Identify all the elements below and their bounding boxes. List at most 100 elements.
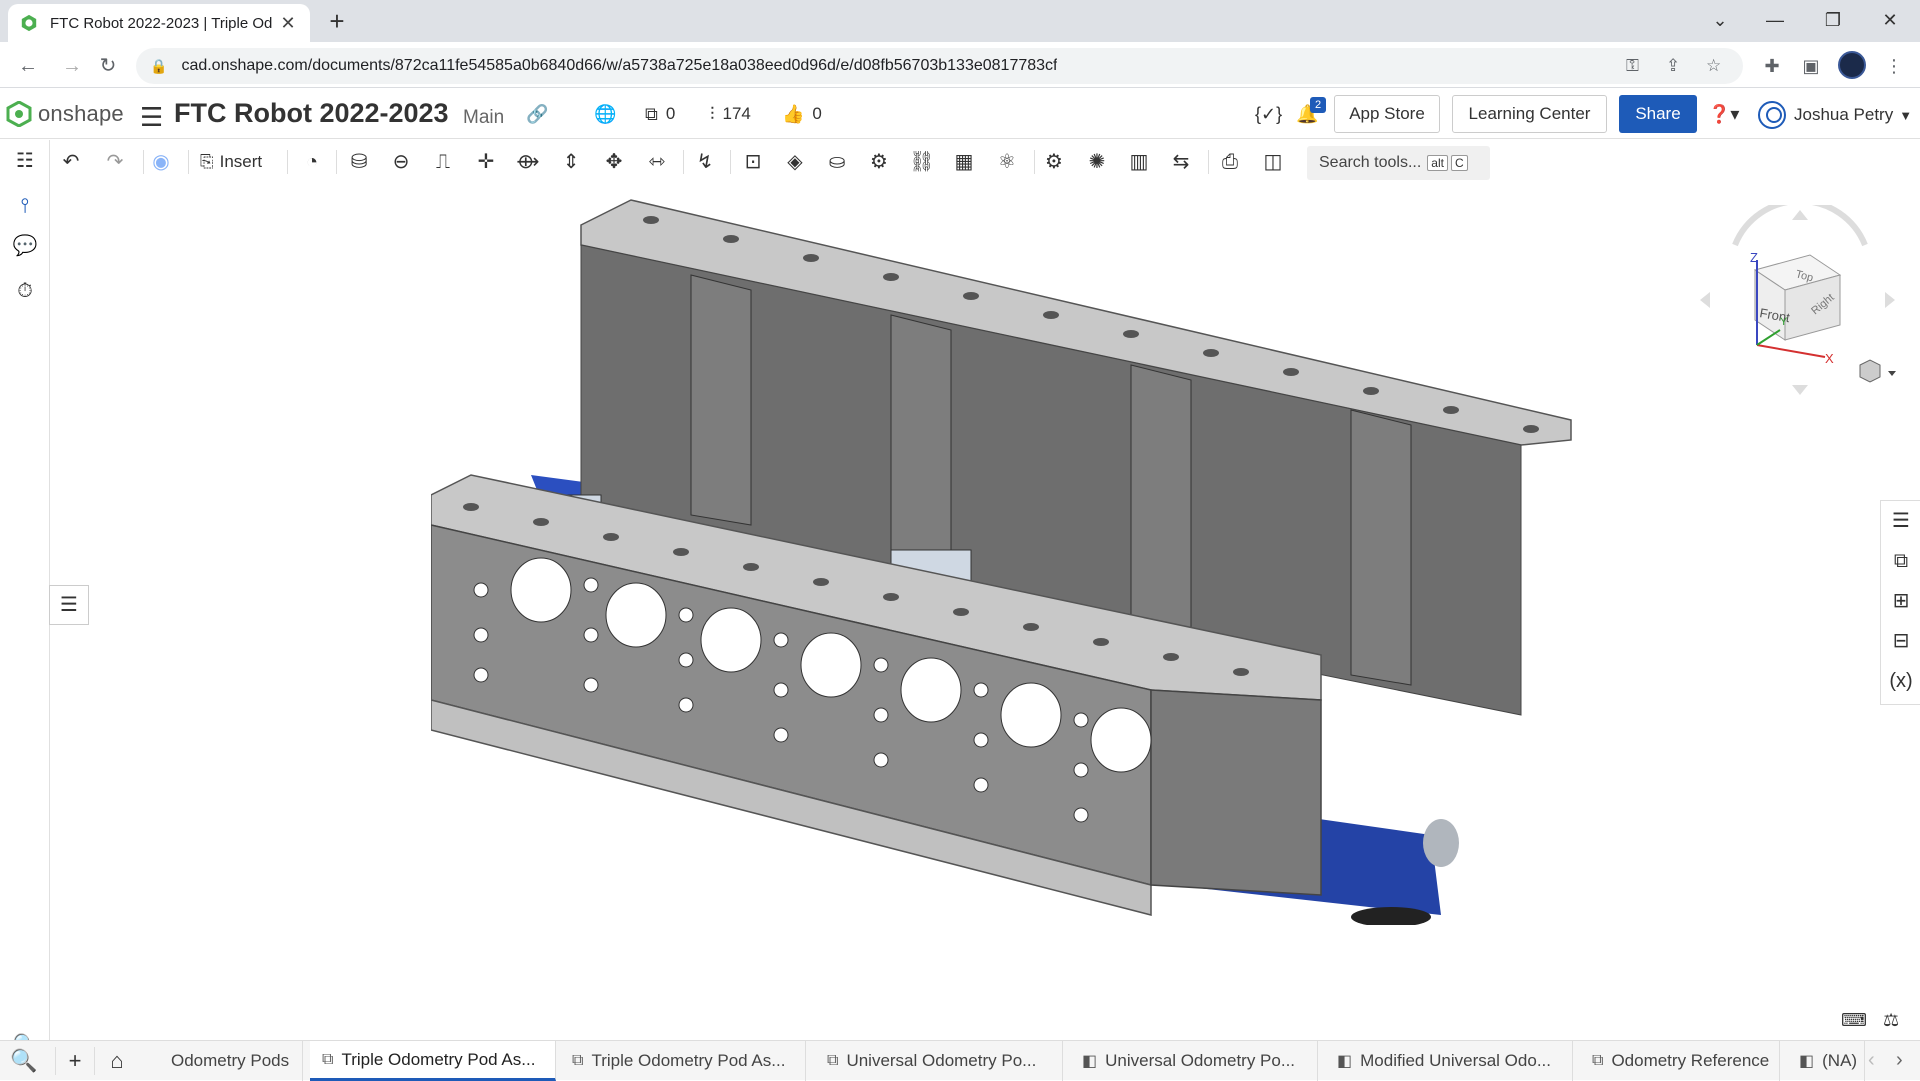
globe-public-icon[interactable]: 🌐: [594, 101, 616, 127]
cylindrical-mate-icon[interactable]: ⟴: [513, 148, 543, 176]
branch-label[interactable]: Main: [463, 107, 504, 129]
rotate-down-arrow-icon[interactable]: [1792, 385, 1808, 395]
tab-assembly[interactable]: ⧉ Universal Odometry Po...: [815, 1041, 1063, 1081]
gear-settings-icon[interactable]: ✺: [1082, 148, 1112, 176]
fastened-mate-icon[interactable]: ⛁: [344, 148, 374, 176]
revolute-mate-icon[interactable]: ⊖: [386, 148, 416, 176]
gears-icon[interactable]: ⚙: [1039, 148, 1069, 176]
bookmark-star-icon[interactable]: ☆: [1706, 48, 1721, 84]
copies-counter[interactable]: ⧉ 0: [645, 101, 675, 127]
tab-part-studio[interactable]: ◧ Universal Odometry Po...: [1070, 1041, 1318, 1081]
planar-mate-icon[interactable]: ✛: [471, 148, 501, 176]
history-timer-icon[interactable]: ⏱: [10, 276, 40, 306]
bom-icon[interactable]: ⊞: [1881, 581, 1920, 621]
configuration-variables-icon[interactable]: (x): [1881, 661, 1920, 701]
side-panel-icon[interactable]: ▣: [1797, 52, 1825, 80]
extensions-puzzle-icon[interactable]: ✚: [1758, 52, 1786, 80]
tab-assembly[interactable]: ⧉ Odometry Reference: [1580, 1041, 1780, 1081]
screw-relation-icon[interactable]: ▦: [949, 148, 979, 176]
close-tab-icon[interactable]: ✕: [278, 13, 298, 34]
rack-pinion-icon[interactable]: ⛓: [907, 148, 937, 176]
minimize-button[interactable]: —: [1755, 6, 1795, 34]
properties-list-icon[interactable]: ☰: [1881, 501, 1920, 541]
regenerate-icon[interactable]: ◉: [146, 148, 176, 176]
rotate-left-arrow-icon[interactable]: [1700, 292, 1710, 308]
mate-connector-icon[interactable]: ◈: [780, 148, 810, 176]
redo-icon[interactable]: ↷: [100, 148, 130, 176]
omnibox[interactable]: 🔒 cad.onshape.com/documents/872ca11fe545…: [136, 48, 1743, 84]
feature-list-toggle-icon[interactable]: ☰: [49, 585, 89, 625]
units-icon[interactable]: ⌨: [1841, 1010, 1867, 1031]
assembly-icon: ⧉: [322, 1050, 334, 1068]
section-view-icon[interactable]: ◫: [1258, 148, 1288, 176]
likes-counter[interactable]: 👍 0: [782, 101, 822, 127]
tab-folder[interactable]: Odometry Pods: [145, 1041, 303, 1081]
parallel-mate-icon[interactable]: ⇿: [642, 148, 672, 176]
scroll-tabs-right-icon[interactable]: ›: [1896, 1049, 1903, 1072]
slider-mate-icon[interactable]: ⎍: [428, 148, 458, 176]
comments-icon[interactable]: 💬: [10, 231, 40, 261]
pin-slot-mate-icon[interactable]: ⇕: [556, 148, 586, 176]
linear-relation-icon[interactable]: ⚛: [992, 148, 1022, 176]
rotate-up-arrow-icon[interactable]: [1792, 210, 1808, 220]
learning-center-button[interactable]: Learning Center: [1452, 95, 1607, 133]
rotate-right-arrow-icon[interactable]: [1885, 292, 1895, 308]
relation-icon[interactable]: ⛀: [822, 148, 852, 176]
restore-button[interactable]: ❐: [1813, 6, 1853, 34]
back-icon[interactable]: ←: [14, 52, 42, 80]
search-tabs-icon[interactable]: 🔍: [8, 1047, 40, 1075]
3d-viewport[interactable]: [51, 185, 1920, 1040]
scale-balance-icon[interactable]: ⚖: [1883, 1010, 1899, 1031]
tab-label: Universal Odometry Po...: [846, 1051, 1037, 1070]
tab-assembly-active[interactable]: ⧉ Triple Odometry Pod As...: [310, 1041, 556, 1081]
mate-values-icon[interactable]: ⊟: [1881, 621, 1920, 661]
toolbar-separator: [188, 150, 189, 174]
new-tab-button[interactable]: +: [322, 8, 352, 34]
document-title[interactable]: FTC Robot 2022-2023: [174, 98, 449, 129]
toolbar-separator: [730, 150, 731, 174]
insert-mate-icon[interactable]: ⫯: [10, 191, 40, 221]
onshape-logo[interactable]: onshape: [6, 101, 124, 127]
close-window-button[interactable]: ✕: [1870, 6, 1910, 34]
user-menu[interactable]: Joshua Petry ▼: [1758, 101, 1912, 129]
view-options-icon[interactable]: [1859, 359, 1896, 383]
versions-counter[interactable]: ⫶ 174: [710, 101, 751, 127]
share-button[interactable]: Share: [1619, 95, 1697, 133]
view-cube[interactable]: Top Front Right Z X Y: [1695, 205, 1905, 405]
named-position-icon[interactable]: ⇆: [1166, 148, 1196, 176]
replicate-icon[interactable]: ◔: [297, 148, 327, 176]
explode-icon[interactable]: ▥: [1124, 148, 1154, 176]
insert-button[interactable]: ⎘ Insert: [200, 148, 262, 176]
add-element-icon[interactable]: +: [55, 1047, 95, 1075]
document-menu-icon[interactable]: ☰: [140, 102, 163, 133]
measure-icon[interactable]: ⎙: [1215, 148, 1245, 176]
appearance-cubes-icon[interactable]: ⧉: [1881, 541, 1920, 581]
browser-menu-icon[interactable]: ⋮: [1880, 52, 1908, 80]
forward-icon[interactable]: →: [58, 52, 86, 80]
onshape-brand-text: onshape: [38, 101, 124, 126]
undo-icon[interactable]: ↶: [56, 148, 86, 176]
url-text[interactable]: cad.onshape.com/documents/872ca11fe54585…: [181, 57, 1057, 75]
browser-tab[interactable]: FTC Robot 2022-2023 | Triple Od ✕: [8, 4, 310, 42]
ball-mate-icon[interactable]: ✥: [599, 148, 629, 176]
reload-icon[interactable]: ↻: [94, 52, 122, 80]
search-tools-input[interactable]: Search tools... alt C: [1307, 146, 1490, 180]
instance-list-icon[interactable]: ☷: [10, 146, 40, 176]
link-icon[interactable]: 🔗: [526, 101, 548, 127]
share-page-icon[interactable]: ⇪: [1666, 48, 1680, 84]
tab-part-studio[interactable]: ◧ (NA): [1787, 1041, 1865, 1081]
gear-relation-icon[interactable]: ⚙: [864, 148, 894, 176]
help-icon[interactable]: ❓▾: [1708, 101, 1739, 127]
robot-assembly-model[interactable]: [431, 195, 1581, 925]
tab-assembly[interactable]: ⧉ Triple Odometry Pod As...: [560, 1041, 806, 1081]
tab-search-chevron-icon[interactable]: ⌄: [1700, 6, 1740, 34]
browser-profile-avatar[interactable]: [1838, 51, 1866, 79]
scroll-tabs-left-icon[interactable]: ‹: [1868, 1049, 1875, 1072]
variables-icon[interactable]: {✓}: [1255, 101, 1282, 127]
tab-part-studio[interactable]: ◧ Modified Universal Odo...: [1325, 1041, 1573, 1081]
app-store-button[interactable]: App Store: [1334, 95, 1440, 133]
home-folder-icon[interactable]: ⌂: [99, 1047, 135, 1075]
group-icon[interactable]: ⊡: [738, 148, 768, 176]
password-key-icon[interactable]: ⚿: [1626, 48, 1639, 84]
tangent-mate-icon[interactable]: ↯: [690, 148, 720, 176]
